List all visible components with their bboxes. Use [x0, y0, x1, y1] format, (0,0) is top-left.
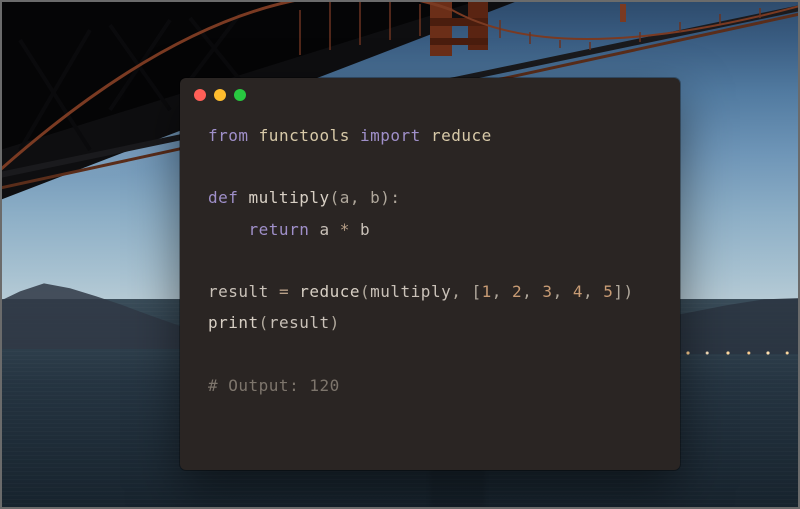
code-line: from functools import reduce [208, 120, 652, 151]
keyword-def: def [208, 188, 249, 207]
paren-close: ]) [613, 282, 633, 301]
param-list: (a, b): [330, 188, 401, 207]
keyword-return: return [249, 220, 320, 239]
argument: multiply [370, 282, 451, 301]
keyword-import: import [360, 126, 431, 145]
paren-open: ( [259, 313, 269, 332]
terminal-window[interactable]: from functools import reduce def multipl… [180, 78, 680, 470]
comma: , [492, 282, 512, 301]
keyword-from: from [208, 126, 259, 145]
paren-close: ) [330, 313, 340, 332]
desktop-wallpaper: from functools import reduce def multipl… [0, 0, 800, 509]
blank-line [208, 338, 652, 369]
identifier: b [360, 220, 370, 239]
close-icon[interactable] [194, 89, 206, 101]
number-literal: 5 [603, 282, 613, 301]
list-open: , [ [451, 282, 481, 301]
number-literal: 3 [542, 282, 552, 301]
argument: result [269, 313, 330, 332]
code-editor: from functools import reduce def multipl… [180, 112, 680, 421]
import-target: reduce [431, 126, 492, 145]
number-literal: 4 [573, 282, 583, 301]
identifier: a [319, 220, 339, 239]
function-name: multiply [249, 188, 330, 207]
identifier: result [208, 282, 279, 301]
zoom-icon[interactable] [234, 89, 246, 101]
comma: , [553, 282, 573, 301]
code-line: return a * b [208, 214, 652, 245]
number-literal: 2 [512, 282, 522, 301]
code-line: def multiply(a, b): [208, 182, 652, 213]
function-call: reduce [299, 282, 360, 301]
paren-open: ( [360, 282, 370, 301]
module-name: functools [259, 126, 360, 145]
comma: , [583, 282, 603, 301]
window-titlebar[interactable] [180, 78, 680, 112]
minimize-icon[interactable] [214, 89, 226, 101]
number-literal: 1 [482, 282, 492, 301]
function-call: print [208, 313, 259, 332]
comma: , [522, 282, 542, 301]
comment-line: # Output: 120 [208, 370, 652, 401]
operator-multiply: * [340, 220, 360, 239]
blank-line [208, 245, 652, 276]
indent [208, 220, 249, 239]
code-line: result = reduce(multiply, [1, 2, 3, 4, 5… [208, 276, 652, 307]
operator-assign: = [279, 282, 299, 301]
code-line: print(result) [208, 307, 652, 338]
blank-line [208, 151, 652, 182]
